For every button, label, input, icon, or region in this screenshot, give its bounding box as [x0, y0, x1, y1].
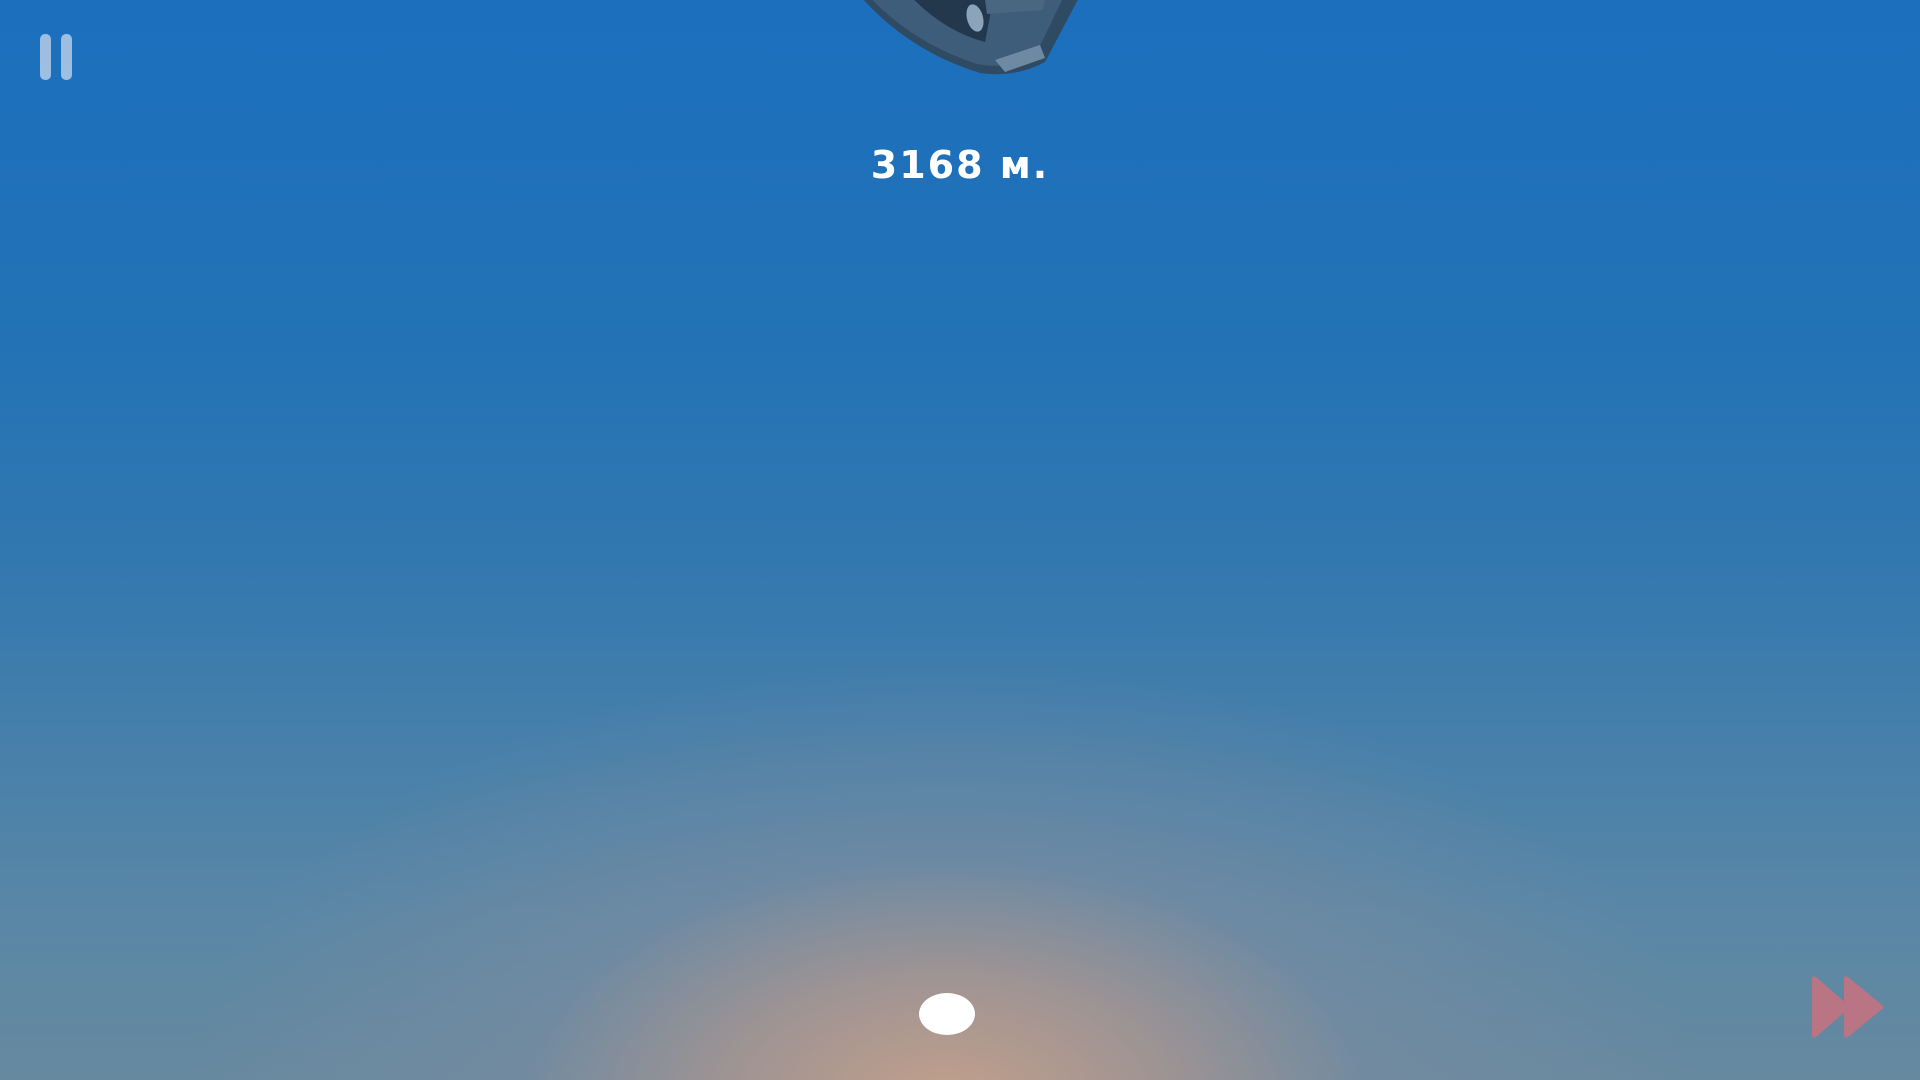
landing-target — [919, 993, 975, 1035]
pause-button[interactable] — [38, 34, 78, 82]
fast-forward-button[interactable] — [1810, 975, 1886, 1039]
pause-icon — [40, 34, 51, 80]
distance-readout: 3168 м. — [870, 143, 1050, 187]
pause-icon-bar — [61, 34, 72, 80]
fast-forward-icon — [1812, 976, 1884, 1038]
player-character — [863, 0, 1078, 75]
